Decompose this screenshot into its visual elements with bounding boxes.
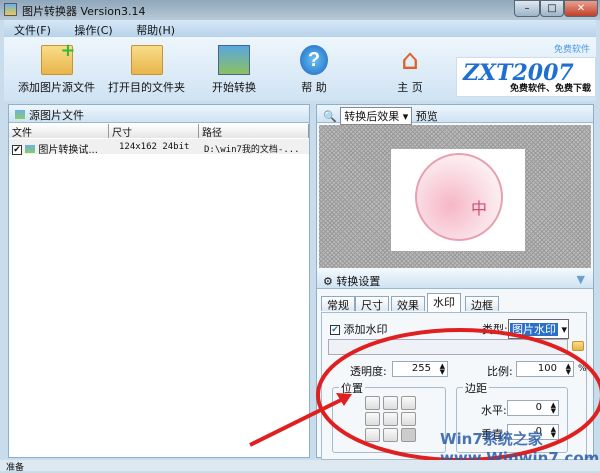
status-text: 准备 — [6, 463, 25, 473]
status-bar: 准备 — [0, 460, 600, 473]
annotation-overlay — [249, 328, 600, 462]
